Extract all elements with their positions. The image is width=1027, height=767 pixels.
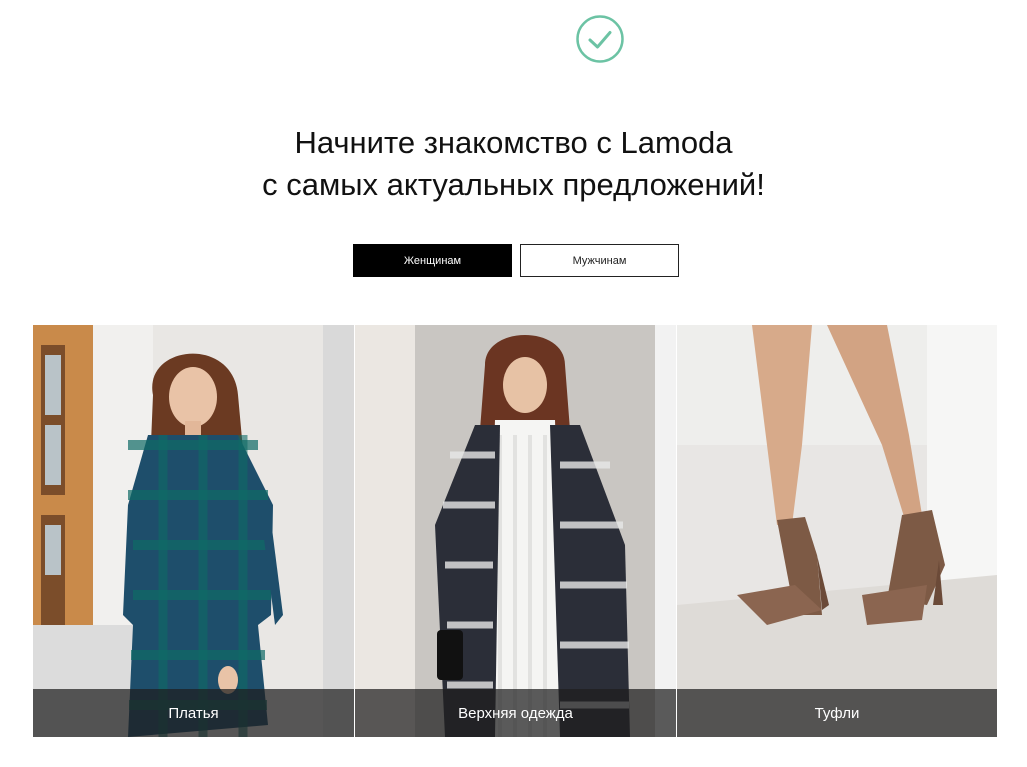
onboarding-page: Начните знакомство с Lamoda с самых акту… xyxy=(0,0,1027,767)
woman-in-plaid-dress-photo xyxy=(33,325,354,737)
category-card-dresses[interactable]: Платья xyxy=(33,325,354,737)
women-tab-button[interactable]: Женщинам xyxy=(353,244,512,277)
category-card-outerwear[interactable]: Верхняя одежда xyxy=(354,325,676,737)
check-circle-icon xyxy=(575,14,625,64)
woman-in-checked-coat-photo xyxy=(355,325,676,737)
page-headline: Начните знакомство с Lamoda с самых акту… xyxy=(0,122,1027,206)
men-tab-button[interactable]: Мужчинам xyxy=(520,244,679,277)
suede-ankle-strap-heels-photo xyxy=(677,325,997,737)
category-card-shoes[interactable]: Туфли xyxy=(676,325,997,737)
gender-switch: Женщинам Мужчинам xyxy=(353,244,679,277)
category-label-shoes: Туфли xyxy=(677,689,997,737)
category-cards: Платья Верхняя одежда Туфли xyxy=(33,325,997,737)
headline-line-1: Начните знакомство с Lamoda xyxy=(294,125,733,160)
category-label-dresses: Платья xyxy=(33,689,354,737)
category-label-outerwear: Верхняя одежда xyxy=(355,689,676,737)
headline-line-2: с самых актуальных предложений! xyxy=(262,167,765,202)
